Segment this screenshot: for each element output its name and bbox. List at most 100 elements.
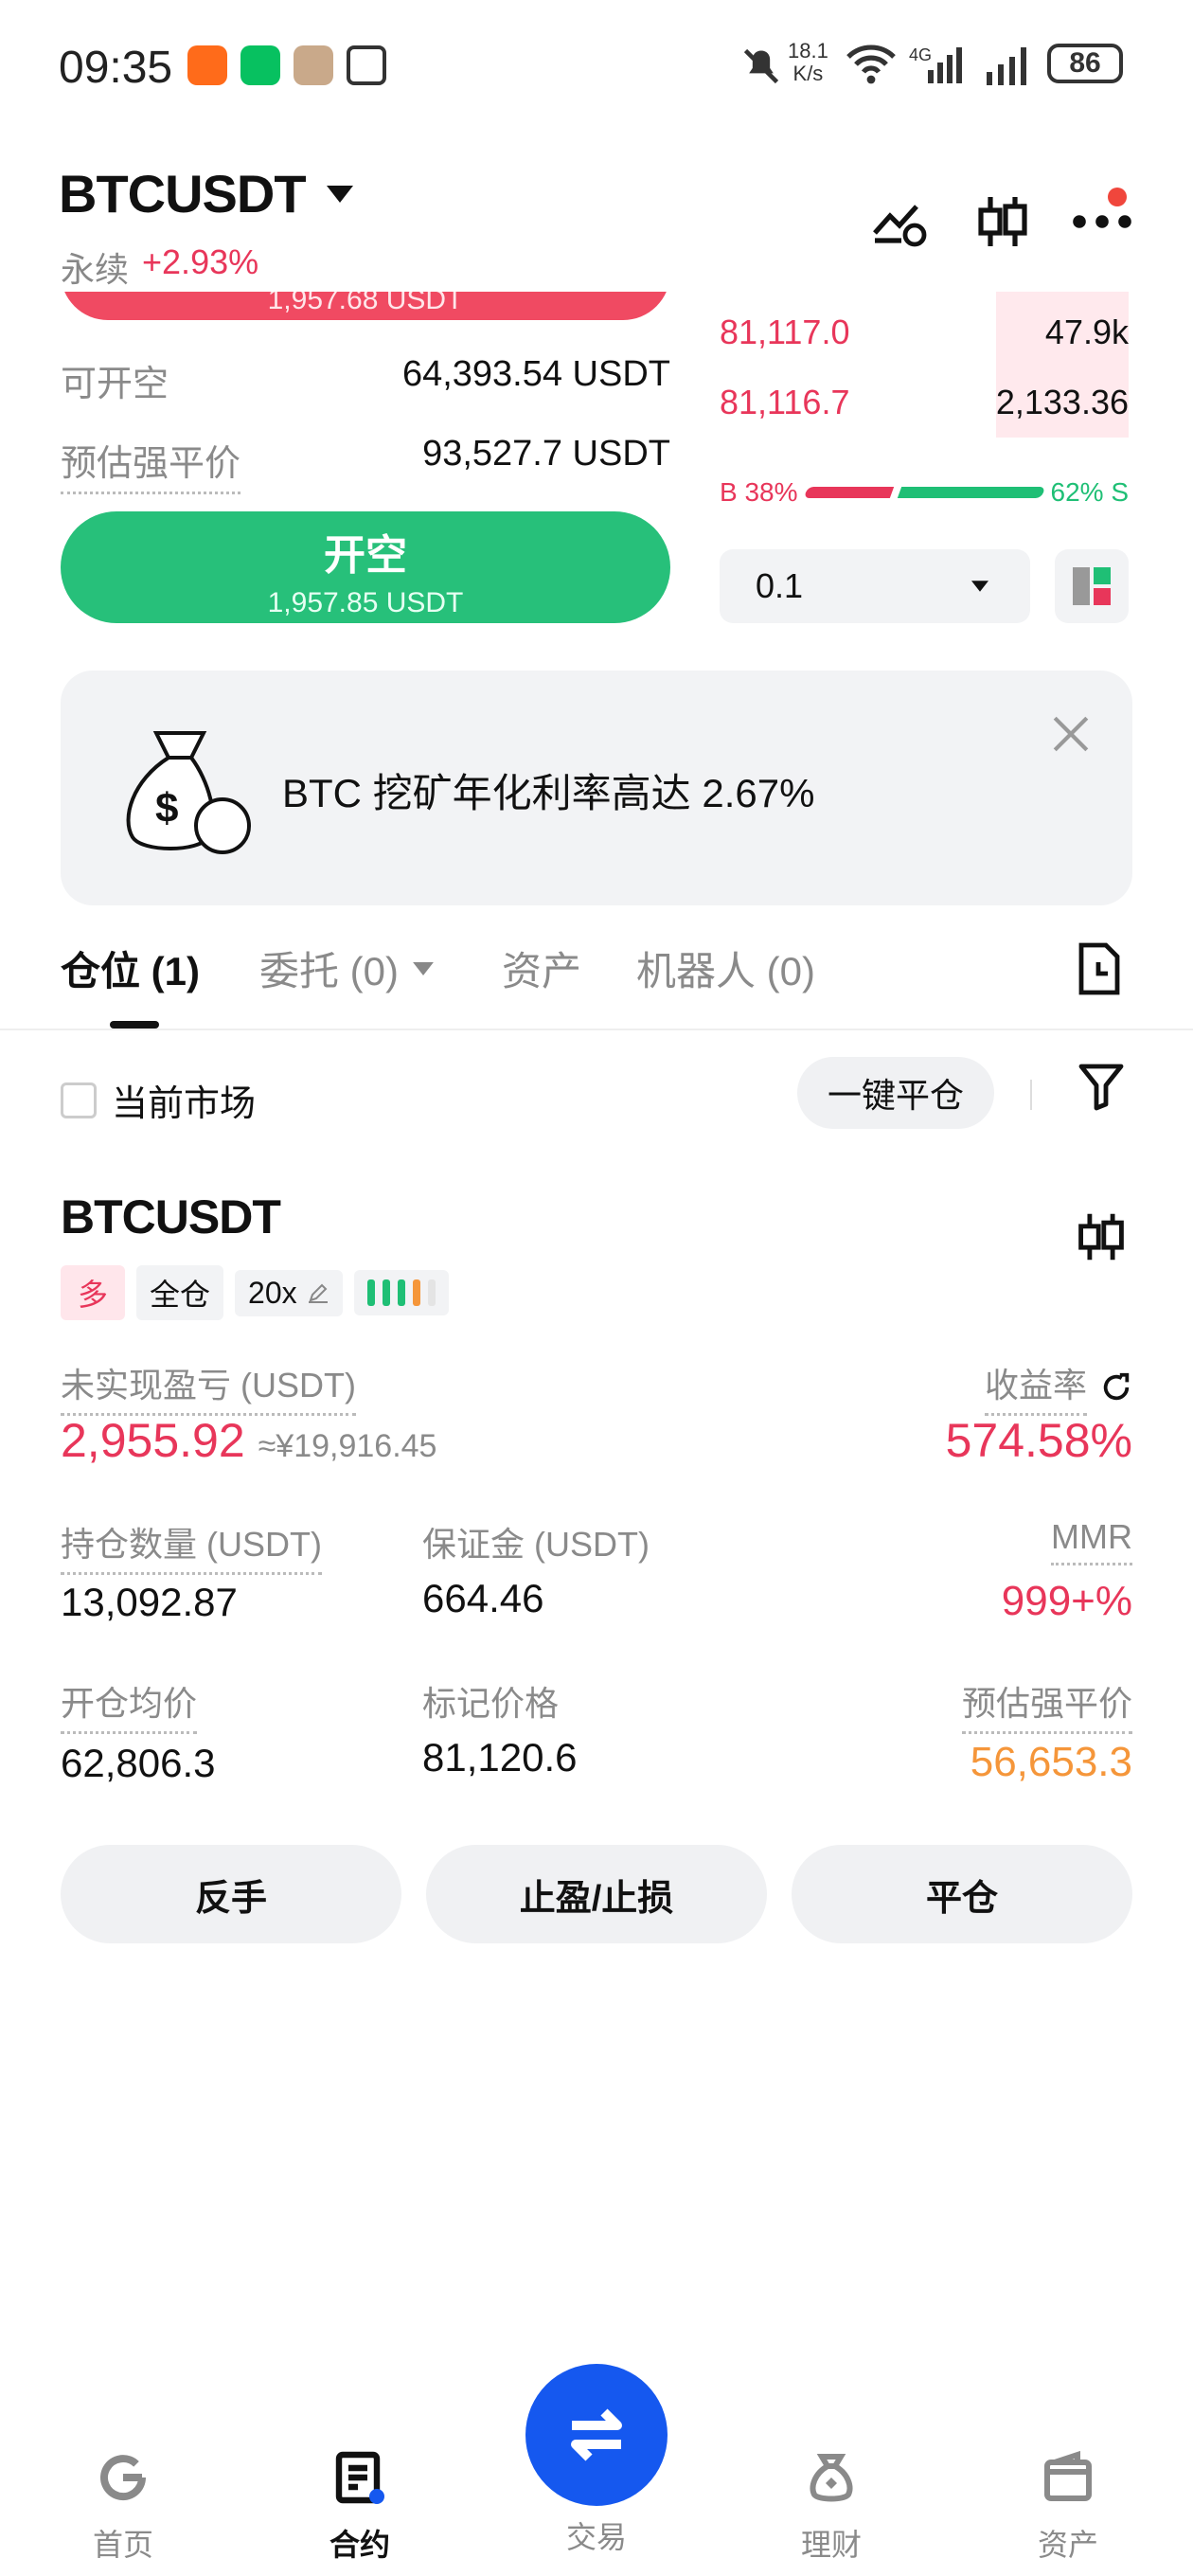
notification-dot: [1108, 188, 1127, 206]
precision-value: 0.1: [756, 566, 804, 605]
position-tags: 多 全仓 20x: [61, 1265, 449, 1320]
liq-price-value: 93,527.7 USDT: [422, 434, 670, 474]
symbol-selector[interactable]: BTCUSDT: [59, 163, 353, 224]
close-icon[interactable]: [1051, 714, 1091, 754]
chevron-down-icon: [971, 581, 988, 592]
leverage-badge[interactable]: 20x: [235, 1269, 343, 1316]
edit-icon: [307, 1281, 329, 1304]
roe-label-group[interactable]: 收益率: [984, 1358, 1132, 1416]
margin-mode-badge: 全仓: [136, 1265, 224, 1320]
wechat-icon: [240, 45, 280, 85]
checkbox[interactable]: [61, 1082, 97, 1118]
orderbook-row[interactable]: 81,117.0 47.9k: [720, 313, 1129, 356]
signal-icon: [983, 44, 1034, 85]
reverse-label: 反手: [194, 1878, 267, 1919]
nav-label: 理财: [800, 2528, 862, 2562]
chevron-down-icon: [326, 185, 353, 203]
close-position-label: 平仓: [925, 1878, 998, 1919]
shopping-app-icon: [187, 45, 227, 85]
net-speed: 18.1 K/s: [788, 40, 828, 85]
precision-select[interactable]: 0.1: [720, 549, 1030, 623]
tpsl-label: 止盈/止损: [519, 1878, 674, 1919]
close-all-button[interactable]: 一键平仓: [797, 1057, 994, 1129]
buy-sell-ratio: B 38% 62% S: [720, 474, 1129, 511]
wallet-icon: [1011, 2449, 1125, 2506]
nav-item-home[interactable]: 首页: [66, 2449, 180, 2565]
nav-item-assets[interactable]: 资产: [1011, 2449, 1125, 2565]
signal-4g-icon: 4G: [909, 42, 964, 85]
tab-orders[interactable]: 委托 (0): [259, 939, 435, 997]
status-time: 09:35: [59, 43, 173, 93]
tab-bots[interactable]: 机器人 (0): [636, 939, 815, 997]
nav-label: 资产: [1037, 2528, 1098, 2562]
weather-icon: [294, 45, 333, 85]
mark-price-value: 81,120.6: [422, 1735, 578, 1780]
nav-item-trade[interactable]: 交易: [511, 2364, 682, 2557]
price-alert-icon[interactable]: [871, 195, 928, 248]
sell-ratio-label: 62% S: [1050, 477, 1130, 507]
tab-bots-label: 机器人 (0): [636, 949, 816, 993]
net-speed-unit: K/s: [792, 62, 824, 85]
contract-icon: [303, 2449, 417, 2506]
trade-swap-icon: [525, 2364, 668, 2506]
bottom-nav: 首页 合约 交易 理财 资产: [0, 2364, 1193, 2576]
battery-icon: 86: [1047, 44, 1123, 83]
nav-item-earn[interactable]: 理财: [775, 2449, 888, 2565]
orderbook-layout-button[interactable]: [1055, 549, 1129, 623]
unrealized-pnl-cny: ≈¥19,916.45: [258, 1428, 437, 1464]
history-icon[interactable]: [1076, 941, 1123, 996]
leverage-value: 20x: [248, 1275, 297, 1310]
open-short-label: 开空: [324, 532, 407, 579]
position-chart-icon[interactable]: [1076, 1210, 1127, 1263]
size-value: 13,092.87: [61, 1580, 238, 1624]
current-market-checkbox[interactable]: 当前市场: [61, 1074, 256, 1126]
mmr-label[interactable]: MMR: [1051, 1517, 1132, 1565]
promo-banner[interactable]: $ BTC 挖矿年化利率高达 2.67%: [61, 671, 1132, 905]
liq-price-label[interactable]: 预估强平价: [61, 434, 241, 494]
filter-icon[interactable]: [1077, 1061, 1125, 1112]
mute-icon: [740, 45, 782, 87]
money-bag-icon: $: [114, 724, 256, 856]
tab-active-indicator: [110, 1021, 159, 1029]
unrealized-pnl-value: 2,955.92: [61, 1414, 245, 1467]
orderbook-qty: 47.9k: [1044, 313, 1129, 351]
nav-label: 首页: [92, 2528, 153, 2562]
liq-value: 56,653.3: [970, 1739, 1132, 1785]
tpsl-button[interactable]: 止盈/止损: [426, 1845, 767, 1943]
position-symbol[interactable]: BTCUSDT: [61, 1190, 281, 1244]
open-short-value: 1,957.85 USDT: [267, 587, 464, 618]
nav-item-contract[interactable]: 合约: [303, 2449, 417, 2565]
open-long-button-partial[interactable]: 1,957.68 USDT: [61, 292, 670, 320]
unrealized-pnl-label[interactable]: 未实现盈亏 (USDT): [61, 1358, 356, 1416]
side-badge: 多: [61, 1265, 126, 1320]
roe-value: 574.58%: [945, 1414, 1132, 1467]
candlestick-chart-icon[interactable]: [975, 193, 1030, 250]
wifi-icon: [845, 42, 898, 87]
ratio-bar-buy: [803, 487, 895, 498]
entry-price-label[interactable]: 开仓均价: [61, 1676, 198, 1734]
orderbook-row[interactable]: 81,116.7 2,133.36: [720, 383, 1129, 426]
margin-value: 664.46: [422, 1576, 544, 1620]
top-button-price: 1,957.68 USDT: [267, 292, 464, 315]
roe-label: 收益率: [984, 1358, 1087, 1416]
tab-positions-label: 仓位 (1): [61, 949, 201, 993]
nav-label: 合约: [329, 2528, 390, 2562]
status-bar: 09:35 18.1 K/s 4G 86: [0, 0, 1193, 142]
app-icons: [187, 45, 386, 85]
size-label[interactable]: 持仓数量 (USDT): [61, 1517, 322, 1575]
share-icon: [1100, 1371, 1132, 1404]
chevron-down-icon: [412, 961, 435, 975]
tab-positions[interactable]: 仓位 (1): [61, 939, 200, 997]
orderbook-price: 81,117.0: [720, 313, 850, 351]
page-title-symbol: BTCUSDT: [59, 164, 307, 224]
reverse-button[interactable]: 反手: [61, 1845, 401, 1943]
entry-price-value: 62,806.3: [61, 1741, 216, 1785]
liq-label[interactable]: 预估强平价: [961, 1676, 1132, 1734]
more-menu-icon[interactable]: [1072, 214, 1132, 229]
open-short-button[interactable]: 开空 1,957.85 USDT: [61, 511, 670, 623]
close-position-button[interactable]: 平仓: [792, 1845, 1132, 1943]
margin-label: 保证金 (USDT): [422, 1525, 650, 1564]
tab-assets[interactable]: 资产: [502, 939, 581, 997]
mark-price-label: 标记价格: [422, 1684, 560, 1723]
close-all-label: 一键平仓: [827, 1076, 964, 1115]
